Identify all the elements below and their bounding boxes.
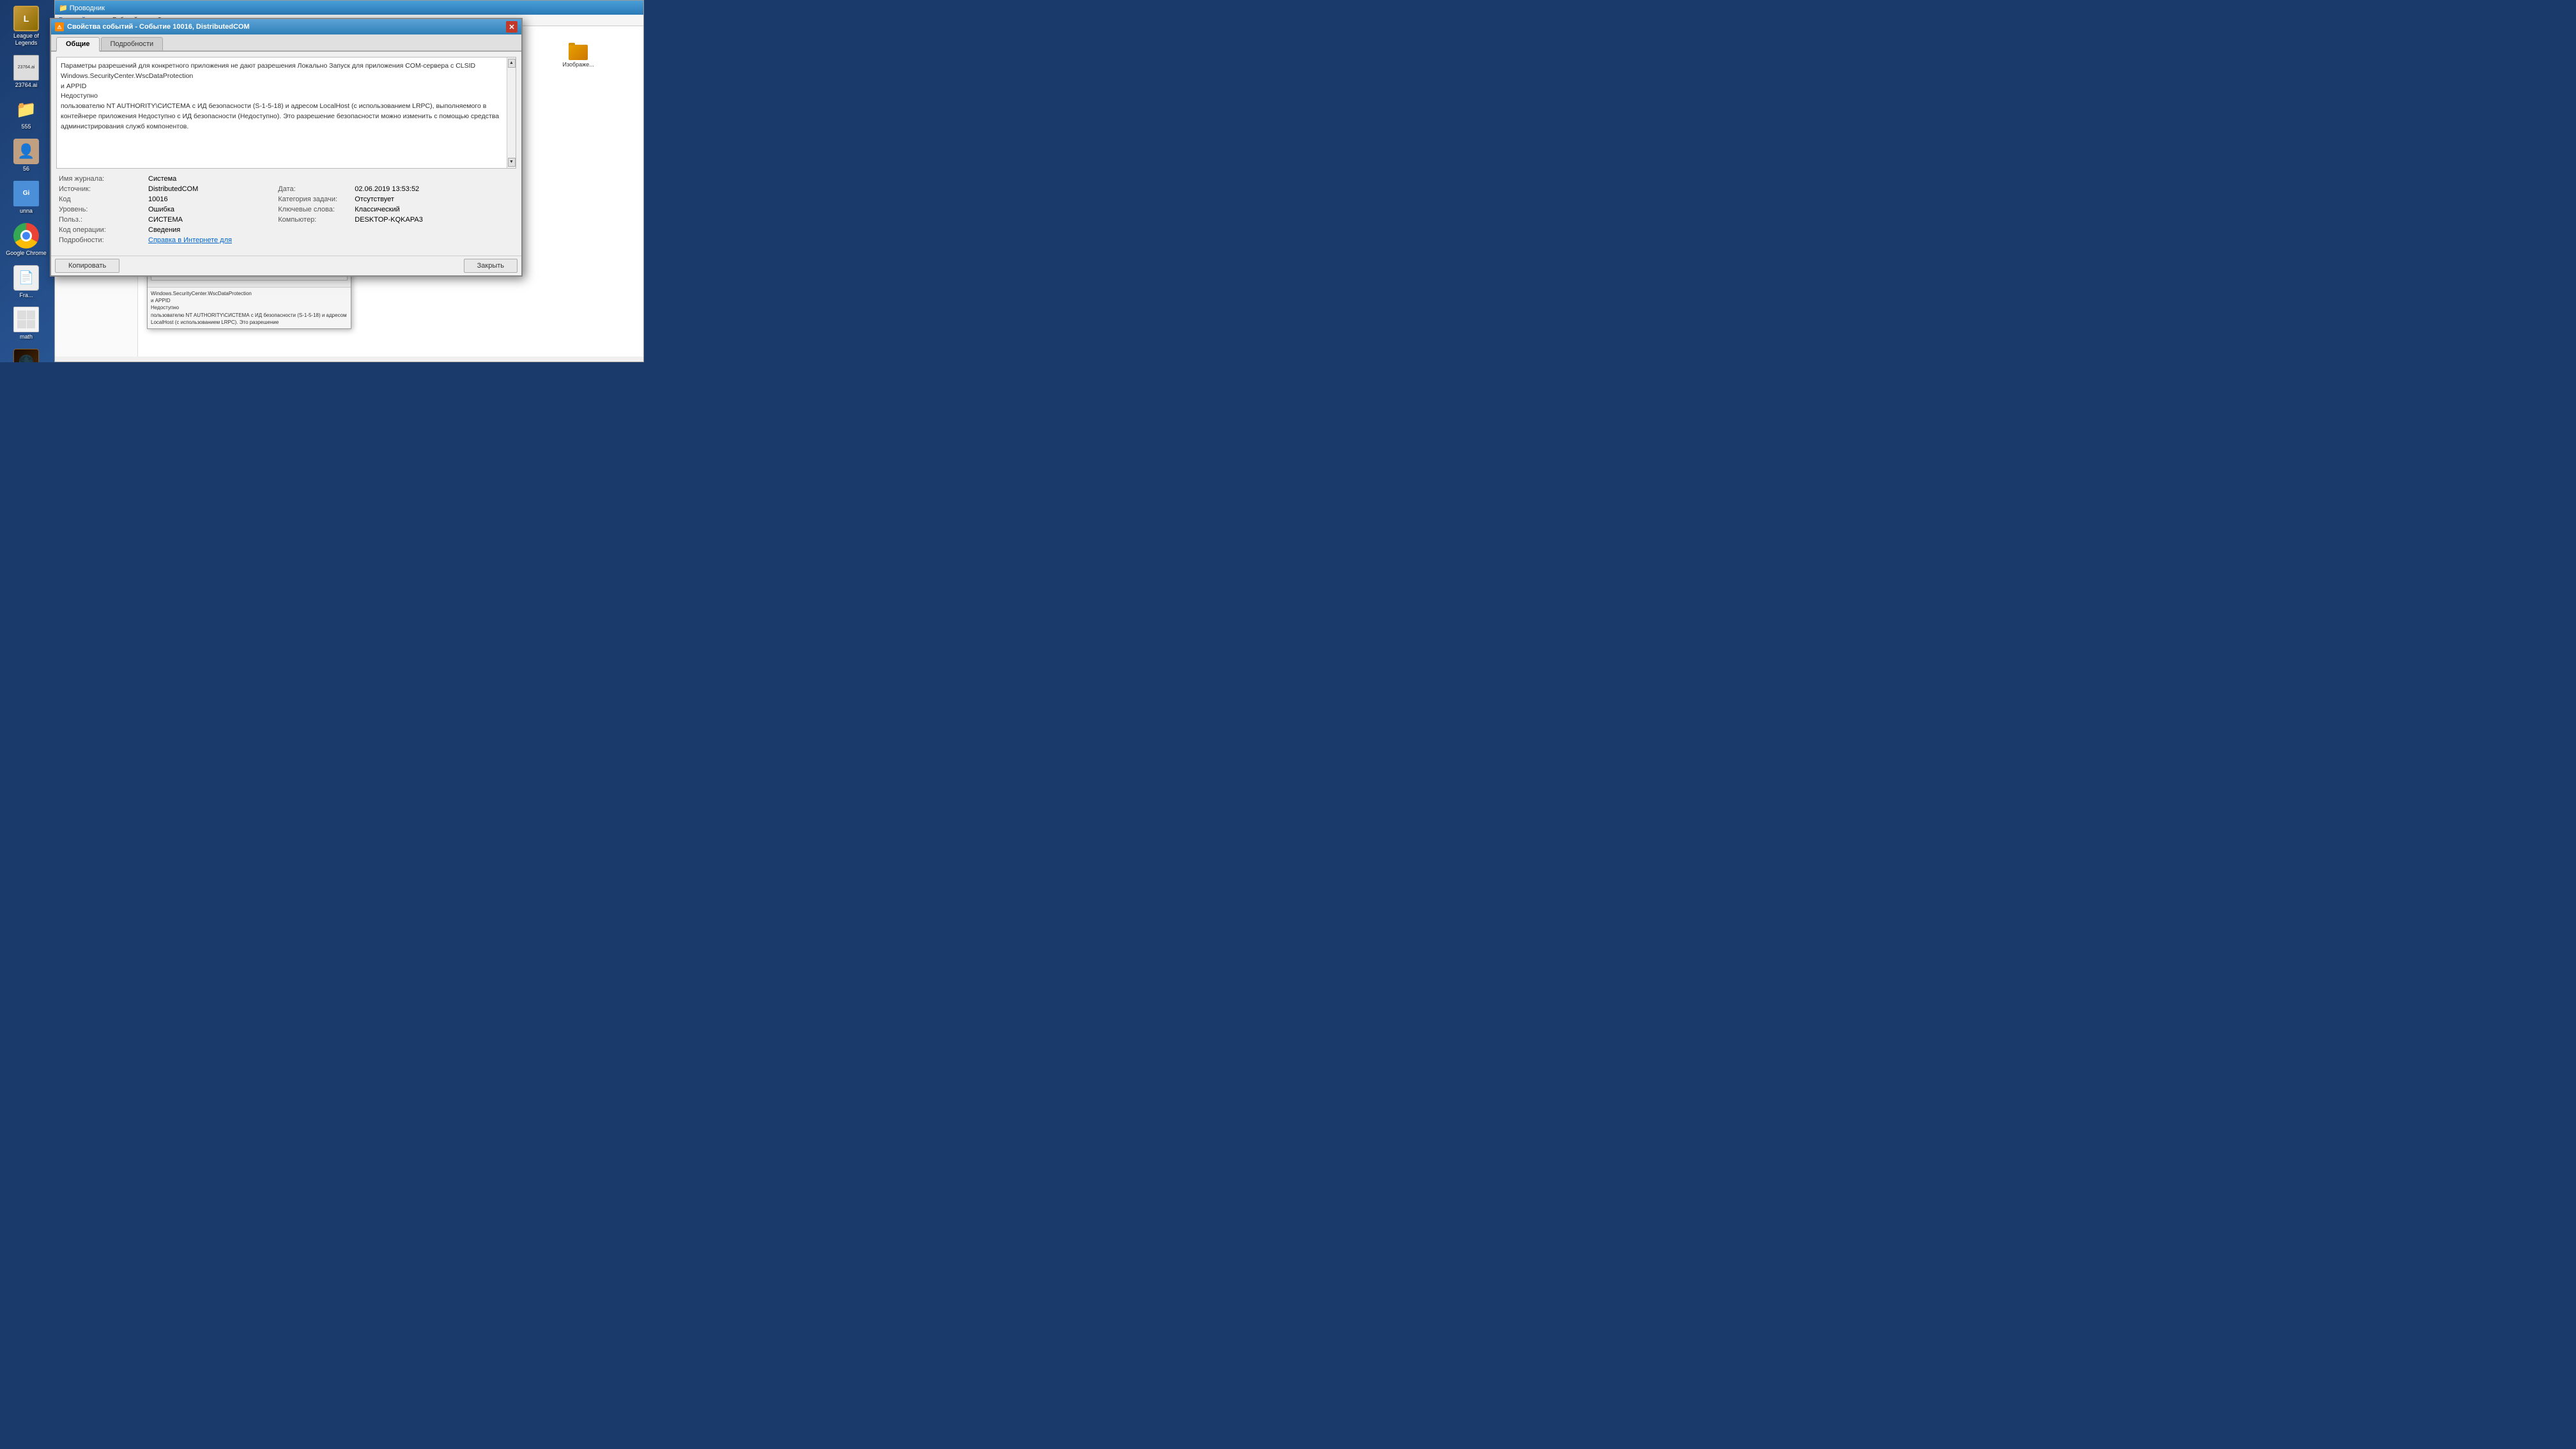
desktop-icon-23764ai[interactable]: 23764.ai 23764.ai [3,52,49,91]
dialog-message-area: Параметры разрешений для конкретного при… [56,57,516,169]
prop-label-source: Источник: [56,184,146,194]
tab-general[interactable]: Общие [56,37,100,52]
prop-value-user: СИСТЕМА [146,215,269,225]
dialog-message-text: Параметры разрешений для конкретного при… [61,61,512,132]
desktop-icon-unna[interactable]: Gi unna [3,178,49,217]
dialog-tabs: Общие Подробности [51,34,521,52]
sw-footer-text: Windows.SecurityCenter.WscDataProtection… [151,290,348,326]
desktop-icon-555[interactable]: 📁 555 [3,94,49,133]
prop-row-user: Польз.: СИСТЕМА Компьютер: DESKTOP-KQKAP… [56,215,516,225]
555-label: 555 [21,123,31,130]
desktop-icons: L League of Legends 23764.ai 23764.ai 📁 … [0,0,51,362]
prop-value-category: Отсутствует [352,194,516,204]
desktop-icon-56[interactable]: 👤 56 [3,136,49,175]
math-label: math [20,334,33,341]
desktop-icon-chrome[interactable]: Google Chrome [3,220,49,259]
desktop-icon-math[interactable]: math [3,304,49,343]
textarea-scroll-down[interactable]: ▼ [508,158,516,167]
prop-value-journal: Система [146,174,269,184]
prop-label-journal: Имя журнала: [56,174,146,184]
56-label: 56 [23,165,29,172]
desktop: 📁 Проводник Быстрый доступ Рабочий стол … [0,0,644,362]
prop-value-code: 10016 [146,194,269,204]
prop-value-level: Ошибка [146,204,269,215]
folder-images-label: Изображе... [563,61,594,68]
prop-label-date: Дата: [275,184,352,194]
prop-label-opcode: Код операции: [56,225,146,235]
dialog-title-icon: ⚠ [55,22,64,31]
prop-row-journal: Имя журнала: Система [56,174,516,184]
dialog-title-text: Свойства событий - Событие 10016, Distri… [67,23,250,31]
details-link[interactable]: Справка в Интернете для [148,236,232,244]
prop-label-level: Уровень: [56,204,146,215]
textarea-scrollbar: ▲ ▼ [507,57,516,168]
fe-title: 📁 Проводник [59,4,105,12]
desktop-icon-fra[interactable]: 📄 Fra... [3,263,49,302]
prop-row-details: Подробности: Справка в Интернете для [56,235,516,245]
prop-row-code: Код 10016 Категория задачи: Отсутствует [56,194,516,204]
prop-row-level: Уровень: Ошибка Ключевые слова: Классиче… [56,204,516,215]
lol-label: League of Legends [6,33,47,47]
prop-label-keywords: Ключевые слова: [275,204,352,215]
main-dialog: ⚠ Свойства событий - Событие 10016, Dist… [50,18,523,277]
prop-value-opcode: Сведения [146,225,269,235]
dialog-close-button[interactable]: ✕ [506,21,518,33]
close-button[interactable]: Закрыть [464,259,518,273]
dialog-message-container: Параметры разрешений для конкретного при… [56,57,516,169]
tab-details[interactable]: Подробности [101,37,164,50]
prop-value-date: 02.06.2019 13:53:52 [352,184,516,194]
properties-table: Имя журнала: Система Источник: Distribut… [56,174,516,245]
dialog-body: Параметры разрешений для конкретного при… [51,52,521,256]
folder-images[interactable]: Изображе... [518,42,638,73]
textarea-scroll-up[interactable]: ▲ [508,59,516,68]
copy-button[interactable]: Копировать [55,259,119,273]
prop-label-details: Подробности: [56,235,146,245]
23764ai-label: 23764.ai [15,82,38,89]
prop-value-computer: DESKTOP-KQKAPA3 [352,215,516,225]
desktop-icon-lol[interactable]: L League of Legends [3,3,49,49]
unna-label: unna [20,208,33,215]
prop-row-source: Источник: DistributedCOM Дата: 02.06.201… [56,184,516,194]
prop-value-source: DistributedCOM [146,184,269,194]
prop-label-code: Код [56,194,146,204]
prop-row-opcode: Код операции: Сведения [56,225,516,235]
dialog-titlebar: ⚠ Свойства событий - Событие 10016, Dist… [51,19,521,34]
desktop-icon-dst[interactable]: 🌑 Don't Starve Together [3,346,49,362]
fra-label: Fra... [19,292,33,299]
dialog-footer: Копировать Закрыть [51,256,521,275]
dialog-title-area: ⚠ Свойства событий - Событие 10016, Dist… [55,22,250,31]
file-explorer-titlebar: 📁 Проводник [55,1,643,15]
prop-label-category: Категория задачи: [275,194,352,204]
sw-footer: Windows.SecurityCenter.WscDataProtection… [148,287,351,328]
chrome-label: Google Chrome [6,250,47,257]
prop-value-keywords: Классический [352,204,516,215]
prop-label-computer: Компьютер: [275,215,352,225]
prop-label-user: Польз.: [56,215,146,225]
